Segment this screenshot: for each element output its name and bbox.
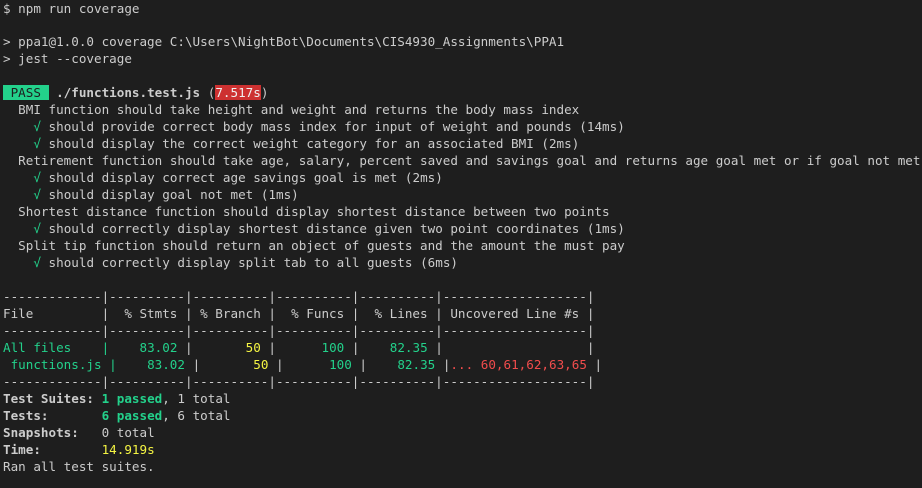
test-case: √ should provide correct body mass index… (3, 118, 625, 135)
test-name: should correctly display split tab to al… (48, 255, 413, 270)
test-case: √ should correctly display shortest dist… (3, 220, 625, 237)
test-name: should correctly display shortest distan… (48, 221, 580, 236)
test-time: (6ms) (420, 255, 458, 270)
table-separator: -------------|----------|----------|----… (3, 323, 595, 338)
prompt-line: $ npm run coverage (3, 1, 140, 16)
test-time: (14ms) (579, 119, 625, 134)
npm-script-line: > ppa1@1.0.0 coverage C:\Users\NightBot\… (3, 34, 565, 49)
summary-label: Tests: (3, 408, 102, 423)
suite-title: BMI function should take height and weig… (3, 101, 579, 118)
table-separator: -------------|----------|----------|----… (3, 289, 595, 304)
test-case: √ should display correct age savings goa… (3, 169, 443, 186)
summary-time-value: 14.919s (101, 442, 155, 457)
duration-open: ( (200, 85, 216, 100)
summary-label: Time: (3, 442, 102, 457)
summary-time: Time: 14.919s (3, 441, 155, 458)
table-header: File | % Stmts | % Branch | % Funcs | % … (3, 306, 595, 321)
stmts-cell: 83.02 (147, 357, 185, 372)
suite-title: Shortest distance function should displa… (3, 203, 610, 220)
test-case: √ should correctly display split tab to … (3, 254, 458, 271)
suite-title-text: Split tip function should return an obje… (18, 238, 625, 253)
check-icon: √ (33, 136, 41, 151)
test-file-path: ./functions.test.js (48, 85, 201, 100)
duration-close: ) (260, 85, 269, 100)
table-row-functions: functions.js | 83.02 | 50 | 100 | 82.35 … (3, 356, 603, 373)
col-sep: | (268, 357, 330, 372)
test-result-header: PASS ./functions.test.js (7.517s) (3, 84, 268, 101)
table-separator: -------------|----------|----------|----… (3, 374, 595, 389)
test-name: should display correct age savings goal … (48, 170, 398, 185)
col-sep: | (435, 357, 451, 372)
stmts-cell: 83.02 (139, 340, 178, 355)
duration-badge: 7.517s (215, 85, 261, 100)
col-sep: | (260, 340, 322, 355)
col-sep: | (184, 357, 254, 372)
lines-cell: 82.35 (397, 357, 436, 372)
branch-cell: 50 (253, 357, 269, 372)
suite-title: Retirement function should take age, sal… (3, 152, 920, 169)
summary-snapshots: Snapshots: 0 total (3, 424, 155, 441)
col-sep: | (586, 357, 603, 372)
table-row-all-files: All files | 83.02 | 50 | 100 | 82.35 | | (3, 339, 594, 356)
summary-suites: Test Suites: 1 passed, 1 total (3, 390, 231, 407)
test-time: (1ms) (586, 221, 625, 236)
terminal-window[interactable]: $ npm run coverage > ppa1@1.0.0 coverage… (0, 0, 922, 488)
branch-cell: 50 (245, 340, 261, 355)
summary-label: Snapshots: (3, 425, 102, 440)
uncovered-lines-cell: ... 60,61,62,63,65 (450, 357, 587, 372)
summary-total: , 1 total (162, 391, 231, 406)
test-case: √ should display goal not met (1ms) (3, 186, 299, 203)
test-time: (1ms) (260, 187, 299, 202)
summary-passed: 1 passed (101, 391, 163, 406)
summary-ran: Ran all test suites. (3, 459, 155, 474)
test-name: should provide correct body mass index f… (48, 119, 572, 134)
col-sep: | (344, 340, 390, 355)
funcs-cell: 100 (321, 340, 345, 355)
test-name: should display the correct weight catego… (48, 136, 534, 151)
check-icon: √ (33, 170, 41, 185)
row-file-cell: functions.js | (3, 357, 148, 372)
suite-title-text: Shortest distance function should displa… (18, 204, 610, 219)
funcs-cell: 100 (329, 357, 352, 372)
suite-title-text: Retirement function should take age, sal… (18, 153, 921, 168)
summary-total: , 6 total (162, 408, 231, 423)
pass-badge: PASS (3, 85, 49, 100)
test-time: (2ms) (541, 136, 580, 151)
check-icon: √ (33, 255, 41, 270)
check-icon: √ (33, 187, 41, 202)
test-time: (2ms) (404, 170, 443, 185)
summary-tests: Tests: 6 passed, 6 total (3, 407, 231, 424)
row-file-cell: All files | (3, 340, 140, 355)
summary-passed: 6 passed (101, 408, 163, 423)
test-case: √ should display the correct weight cate… (3, 135, 579, 152)
summary-value: 0 total (101, 425, 155, 440)
col-sep: | (351, 357, 398, 372)
check-icon: √ (33, 119, 41, 134)
col-sep: | (177, 340, 246, 355)
check-icon: √ (33, 221, 41, 236)
suite-title-text: BMI function should take height and weig… (18, 102, 580, 117)
summary-label: Test Suites: (3, 391, 102, 406)
test-name: should display goal not met (48, 187, 254, 202)
lines-cell: 82.35 (389, 340, 428, 355)
col-sep: | | (427, 340, 595, 355)
jest-command-line: > jest --coverage (3, 51, 132, 66)
suite-title: Split tip function should return an obje… (3, 237, 625, 254)
